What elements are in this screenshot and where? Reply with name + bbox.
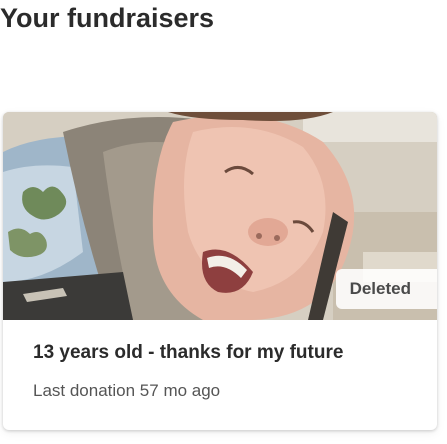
fundraiser-card-body: 13 years old - thanks for my future Last… — [3, 320, 437, 402]
fundraiser-title[interactable]: 13 years old - thanks for my future — [33, 340, 437, 366]
fundraisers-page: Your fundraisers Deleted 13 years old - … — [0, 0, 447, 444]
status-badge: Deleted — [335, 269, 437, 309]
page-title: Your fundraisers — [0, 3, 215, 33]
last-donation-text: Last donation 57 mo ago — [33, 381, 221, 400]
fundraiser-card[interactable]: Deleted 13 years old - thanks for my fut… — [3, 112, 437, 430]
fundraiser-photo[interactable]: Deleted — [3, 112, 437, 320]
